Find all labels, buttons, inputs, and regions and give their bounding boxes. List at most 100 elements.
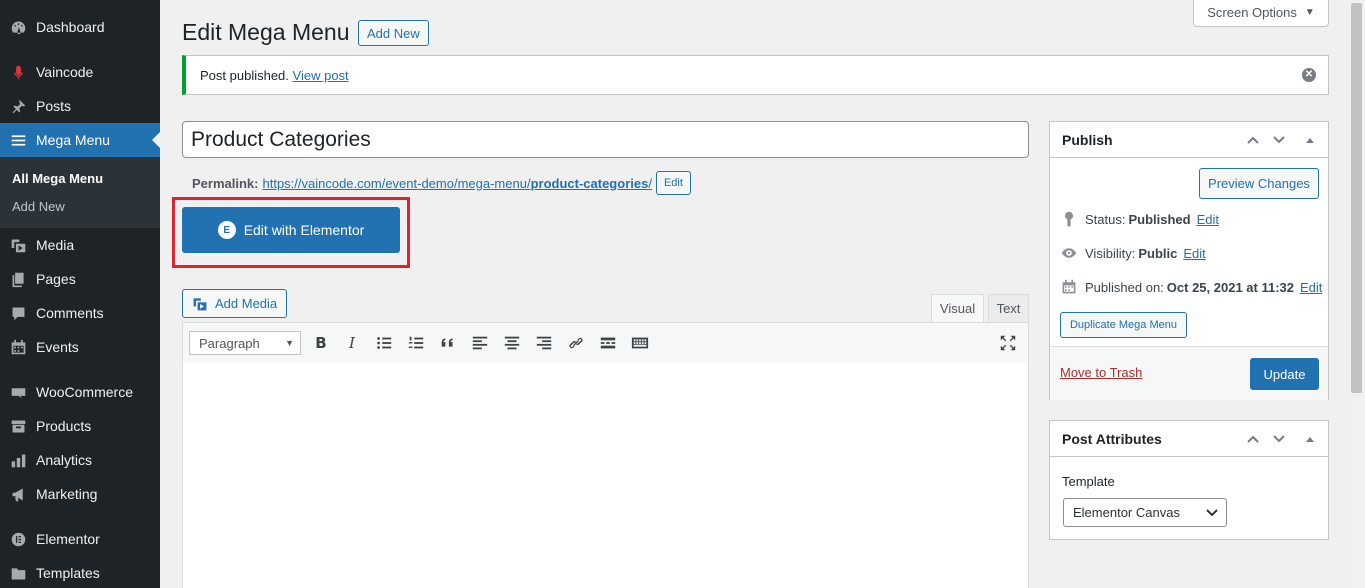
sidebar-item-label: Analytics [36, 452, 93, 468]
dismiss-icon[interactable]: ✕ [1302, 68, 1316, 82]
read-more-icon[interactable] [598, 333, 618, 353]
permalink-trailing: / [648, 175, 652, 191]
add-media-button[interactable]: Add Media [182, 289, 287, 318]
sidebar-item-label: Events [36, 339, 79, 355]
format-select[interactable]: Paragraph ▼ [189, 331, 301, 355]
blockquote-icon[interactable] [438, 333, 458, 353]
page-scrollbar[interactable] [1348, 0, 1365, 588]
submenu-add-new[interactable]: Add New [12, 199, 65, 214]
editor-toolbar: Paragraph ▼ B I [182, 322, 1029, 364]
bold-button[interactable]: B [311, 333, 331, 353]
sidebar-item-dashboard[interactable]: Dashboard [0, 10, 160, 44]
numbered-list-icon[interactable] [406, 333, 426, 353]
move-down-icon[interactable] [1271, 431, 1287, 447]
link-icon[interactable] [566, 333, 586, 353]
move-up-icon[interactable] [1245, 132, 1261, 148]
post-attributes-title: Post Attributes [1062, 430, 1162, 447]
woo-icon [8, 382, 28, 402]
dashboard-icon [8, 17, 28, 37]
bar-chart-icon [8, 450, 28, 470]
sidebar-item-marketing[interactable]: Marketing [0, 477, 160, 511]
add-new-button[interactable]: Add New [358, 20, 429, 46]
screen-options-button[interactable]: Screen Options ▼ [1193, 0, 1329, 27]
folder-icon [8, 563, 28, 583]
template-label: Template [1062, 474, 1115, 489]
move-to-trash-link[interactable]: Move to Trash [1060, 365, 1142, 380]
sidebar-item-label: Dashboard [36, 19, 105, 35]
align-right-icon[interactable] [534, 333, 554, 353]
collapse-icon[interactable] [1302, 431, 1318, 447]
sidebar-item-media[interactable]: Media [0, 228, 160, 262]
align-left-icon[interactable] [470, 333, 490, 353]
visibility-row: Visibility: Public Edit [1060, 244, 1206, 262]
permalink-slug: product-categories [530, 175, 649, 191]
move-down-icon[interactable] [1271, 132, 1287, 148]
published-on-row: Published on: Oct 25, 2021 at 11:32 Edit [1060, 278, 1322, 296]
italic-button[interactable]: I [342, 333, 362, 353]
sidebar-item-label: Vaincode [36, 64, 94, 80]
published-label: Published on: [1085, 279, 1164, 295]
toolbar-toggle-icon[interactable] [630, 333, 650, 353]
screen-options-label: Screen Options [1207, 5, 1297, 20]
sidebar-item-analytics[interactable]: Analytics [0, 443, 160, 477]
sidebar-item-label: Products [36, 418, 92, 434]
template-select[interactable]: Elementor Canvas [1063, 498, 1227, 527]
fullscreen-icon[interactable] [998, 333, 1018, 353]
sidebar-item-label: Comments [36, 305, 104, 321]
update-button[interactable]: Update [1250, 358, 1319, 390]
calendar-icon [1060, 278, 1078, 296]
sidebar-item-elementor[interactable]: Elementor [0, 522, 160, 556]
collapse-icon[interactable] [1302, 132, 1318, 148]
visibility-edit-link[interactable]: Edit [1183, 246, 1205, 261]
comments-icon [8, 303, 28, 323]
tab-text[interactable]: Text [988, 294, 1029, 323]
permalink-base: https://vaincode.com/event-demo/mega-men… [262, 175, 531, 191]
permalink: Permalink: https://vaincode.com/event-de… [192, 171, 691, 195]
sidebar-item-label: Marketing [36, 486, 98, 502]
view-post-link[interactable]: View post [293, 68, 349, 83]
move-up-icon[interactable] [1245, 431, 1261, 447]
post-attributes-box: Post Attributes Template Elementor Canva… [1049, 420, 1329, 540]
edit-with-elementor-button[interactable]: E Edit with Elementor [182, 207, 400, 253]
sidebar-item-woocommerce[interactable]: WooCommerce [0, 375, 160, 409]
caret-down-icon: ▼ [1304, 7, 1315, 18]
sidebar-item-mega-menu[interactable]: Mega Menu [0, 123, 160, 157]
publish-actions: Move to Trash Update [1050, 346, 1328, 400]
permalink-link[interactable]: https://vaincode.com/event-demo/mega-men… [262, 176, 651, 191]
status-edit-link[interactable]: Edit [1197, 212, 1219, 227]
sidebar-item-label: Templates [36, 565, 100, 581]
pages-icon [8, 269, 28, 289]
tab-visual[interactable]: Visual [931, 294, 984, 323]
align-center-icon[interactable] [502, 333, 522, 353]
sidebar-item-label: Pages [36, 271, 76, 287]
published-value: Oct 25, 2021 at 11:32 [1166, 279, 1294, 295]
sidebar-item-comments[interactable]: Comments [0, 296, 160, 330]
bullet-list-icon[interactable] [374, 333, 394, 353]
add-media-label: Add Media [215, 296, 278, 311]
duplicate-mega-menu-button[interactable]: Duplicate Mega Menu [1060, 312, 1187, 338]
elementor-button-label: Edit with Elementor [243, 222, 365, 238]
permalink-edit-button[interactable]: Edit [655, 171, 691, 195]
preview-changes-button[interactable]: Preview Changes [1199, 168, 1319, 199]
archive-icon [8, 416, 28, 436]
post-title-input[interactable]: Product Categories [182, 121, 1029, 158]
sidebar-item-posts[interactable]: Posts [0, 89, 160, 123]
sidebar-item-label: Media [36, 237, 75, 253]
sidebar-item-pages[interactable]: Pages [0, 262, 160, 296]
sidebar-item-products[interactable]: Products [0, 409, 160, 443]
status-row: Status: Published Edit [1060, 210, 1219, 228]
mega-menu-submenu: All Mega Menu Add New [0, 157, 160, 228]
template-value: Elementor Canvas [1073, 505, 1180, 520]
sidebar-item-label: Posts [36, 98, 72, 114]
editor-content-area[interactable] [182, 363, 1029, 588]
published-edit-link[interactable]: Edit [1300, 280, 1322, 295]
sidebar-item-vaincode[interactable]: Vaincode [0, 55, 160, 89]
submenu-all-mega-menu[interactable]: All Mega Menu [12, 171, 103, 186]
sidebar-item-templates[interactable]: Templates [0, 556, 160, 588]
sidebar-item-events[interactable]: Events [0, 330, 160, 364]
pin-icon [8, 96, 28, 116]
scrollbar-thumb[interactable] [1351, 3, 1362, 393]
page-title: Edit Mega Menu [182, 19, 350, 45]
elementor-icon: E [217, 221, 236, 239]
success-notice: Post published. View post ✕ [182, 55, 1329, 95]
